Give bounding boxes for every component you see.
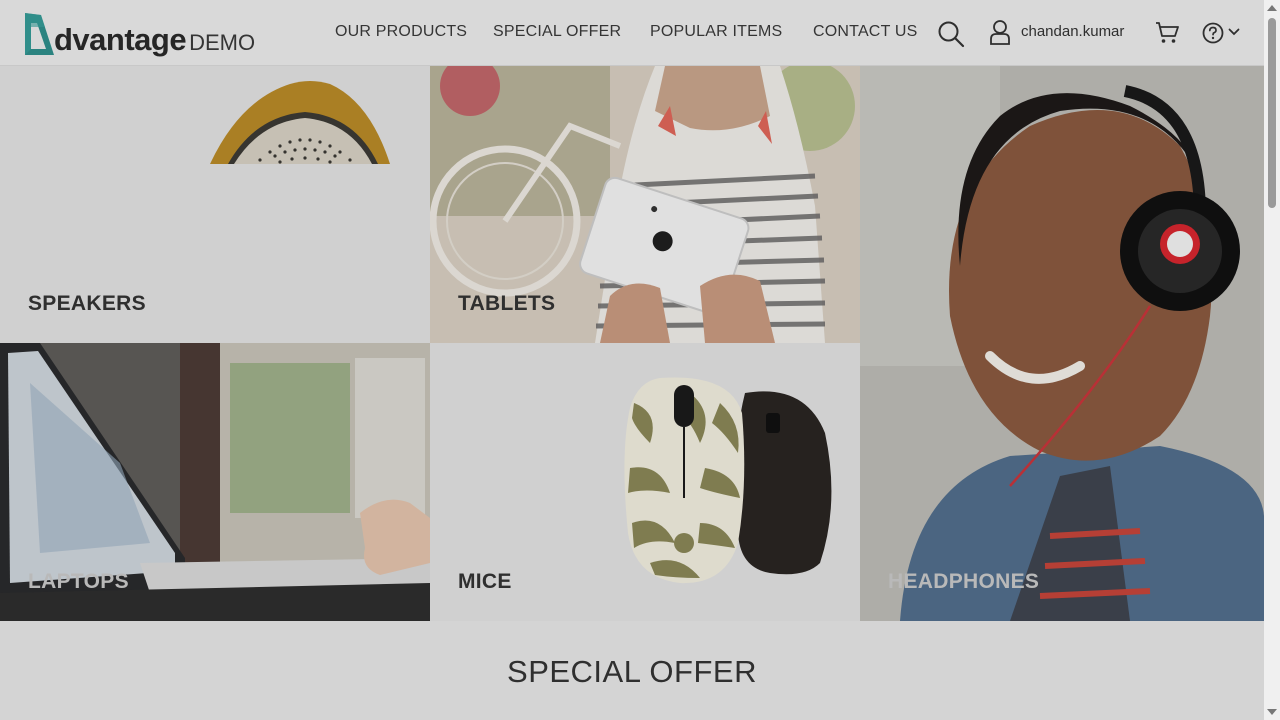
category-tile-laptops[interactable]: LAPTOPS	[0, 343, 430, 621]
nav-our-products[interactable]: OUR PRODUCTS	[335, 23, 467, 41]
logo-suffix: DEMO	[189, 30, 256, 55]
logo[interactable]: dvantage DEMO	[22, 9, 255, 57]
help-icon[interactable]	[1202, 22, 1224, 44]
nav-popular-items[interactable]: POPULAR ITEMS	[650, 23, 782, 41]
special-offer-heading: SPECIAL OFFER	[507, 654, 757, 689]
scroll-down-arrow-icon[interactable]	[1267, 709, 1277, 715]
category-tile-mice[interactable]: MICE	[430, 343, 860, 621]
category-label-headphones: HEADPHONES	[888, 570, 1040, 593]
category-label-laptops: LAPTOPS	[28, 570, 129, 593]
nav-contact-us[interactable]: CONTACT US	[813, 23, 918, 41]
site-header: dvantage DEMO OUR PRODUCTS SPECIAL OFFER…	[0, 0, 1264, 66]
headphones-lifestyle-image	[860, 66, 1264, 621]
category-tile-headphones[interactable]: HEADPHONES	[860, 66, 1264, 621]
scrollbar-thumb[interactable]	[1268, 18, 1276, 208]
category-label-tablets: TABLETS	[458, 292, 556, 315]
search-icon[interactable]	[937, 20, 965, 48]
user-name[interactable]: chandan.kumar	[1021, 23, 1124, 40]
cart-icon[interactable]	[1155, 21, 1179, 45]
mice-image	[624, 377, 832, 584]
logo-mark-icon	[25, 13, 54, 55]
logo-wordmark: dvantage	[54, 22, 187, 57]
scroll-up-arrow-icon[interactable]	[1267, 5, 1277, 11]
category-label-mice: MICE	[458, 570, 512, 593]
page-scrollbar[interactable]	[1264, 0, 1280, 720]
category-tile-speakers[interactable]: SPEAKERS	[0, 66, 430, 343]
category-label-speakers: SPEAKERS	[28, 292, 146, 315]
nav-special-offer[interactable]: SPECIAL OFFER	[493, 23, 621, 41]
user-icon[interactable]	[989, 19, 1011, 45]
category-tile-tablets[interactable]: TABLETS	[430, 66, 860, 343]
speaker-image	[210, 81, 390, 164]
chevron-down-icon[interactable]	[1228, 27, 1240, 37]
